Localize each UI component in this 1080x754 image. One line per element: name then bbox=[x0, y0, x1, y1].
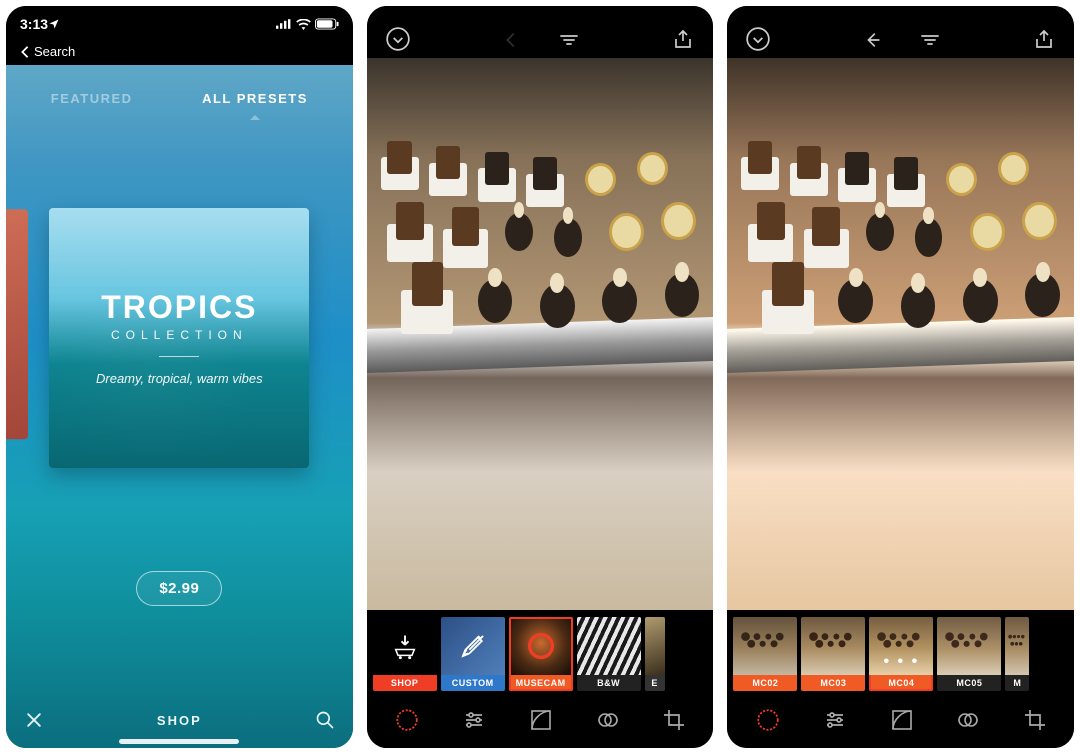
menu-icon[interactable] bbox=[918, 28, 942, 52]
filter-label: SHOP bbox=[373, 675, 437, 691]
ring-icon bbox=[524, 629, 558, 663]
preset-mc02[interactable]: MC02 bbox=[733, 617, 797, 691]
preset-label: MC02 bbox=[733, 675, 797, 691]
filter-musecam[interactable]: MUSECAM bbox=[509, 617, 573, 691]
back-icon[interactable] bbox=[862, 29, 884, 51]
status-time: 3:13 bbox=[20, 16, 48, 32]
filter-label: CUSTOM bbox=[441, 675, 505, 691]
tool-presets-icon[interactable] bbox=[755, 707, 781, 733]
preset-mc05[interactable]: MC05 bbox=[937, 617, 1001, 691]
signal-icon bbox=[276, 19, 292, 29]
photo-canvas[interactable] bbox=[727, 58, 1074, 610]
preset-mc04[interactable]: • • • MC04 bbox=[869, 617, 933, 691]
share-icon[interactable] bbox=[1032, 28, 1056, 52]
preset-card-tropics[interactable]: TROPICS COLLECTION Dreamy, tropical, war… bbox=[49, 208, 309, 468]
shop-label: SHOP bbox=[157, 713, 202, 728]
filter-preset-strip[interactable]: MC02 MC03 • • • MC04 MC05 M bbox=[727, 610, 1074, 696]
preset-label: MC03 bbox=[801, 675, 865, 691]
preset-carousel[interactable]: TROPICS COLLECTION Dreamy, tropical, war… bbox=[6, 122, 353, 553]
editor-top-bar bbox=[727, 6, 1074, 58]
search-icon[interactable] bbox=[315, 710, 335, 730]
back-label: Search bbox=[34, 44, 75, 59]
shop-main: FEATURED ALL PRESETS TROPICS COLLECTION … bbox=[6, 65, 353, 748]
filter-label: E bbox=[645, 675, 665, 691]
screen-editor-categories: SHOP CUSTOM MUSECAM B&W E bbox=[367, 6, 714, 748]
battery-icon bbox=[315, 18, 339, 30]
preset-mc06[interactable]: M bbox=[1005, 617, 1029, 691]
filter-extra[interactable]: E bbox=[645, 617, 665, 691]
tool-crop-icon[interactable] bbox=[1023, 708, 1047, 732]
menu-icon[interactable] bbox=[557, 28, 581, 52]
back-to-search[interactable]: Search bbox=[6, 42, 353, 65]
tool-presets-icon[interactable] bbox=[394, 707, 420, 733]
back-icon bbox=[501, 29, 523, 51]
tool-curves-icon[interactable] bbox=[529, 708, 553, 732]
preset-tagline: Dreamy, tropical, warm vibes bbox=[96, 371, 263, 386]
brush-icon bbox=[458, 631, 488, 661]
preset-label: MC05 bbox=[937, 675, 1001, 691]
tool-sliders-icon[interactable] bbox=[462, 708, 486, 732]
shop-tabs: FEATURED ALL PRESETS bbox=[6, 65, 353, 122]
preset-selected-dots: • • • bbox=[869, 617, 933, 691]
filter-label: B&W bbox=[577, 675, 641, 691]
wifi-icon bbox=[296, 19, 311, 30]
tool-overlay-icon[interactable] bbox=[596, 708, 620, 732]
preset-card-prev[interactable] bbox=[6, 209, 28, 439]
tool-curves-icon[interactable] bbox=[890, 708, 914, 732]
location-icon bbox=[48, 18, 60, 30]
preset-mc03[interactable]: MC03 bbox=[801, 617, 865, 691]
tool-crop-icon[interactable] bbox=[662, 708, 686, 732]
filter-category-strip[interactable]: SHOP CUSTOM MUSECAM B&W E bbox=[367, 610, 714, 696]
cart-download-icon bbox=[391, 632, 419, 660]
close-icon[interactable] bbox=[24, 710, 44, 730]
divider bbox=[159, 356, 199, 357]
editor-top-bar bbox=[367, 6, 714, 58]
tool-overlay-icon[interactable] bbox=[956, 708, 980, 732]
status-bar: 3:13 bbox=[6, 6, 353, 42]
preset-label: M bbox=[1005, 675, 1029, 691]
tab-all-presets[interactable]: ALL PRESETS bbox=[194, 87, 316, 110]
tool-sliders-icon[interactable] bbox=[823, 708, 847, 732]
screen-shop: 3:13 Search FEATURED ALL PRESETS TROPICS… bbox=[6, 6, 353, 748]
editor-tool-bar bbox=[367, 696, 714, 748]
tab-featured[interactable]: FEATURED bbox=[43, 87, 141, 110]
preset-subtitle: COLLECTION bbox=[111, 328, 248, 342]
status-right bbox=[276, 18, 339, 30]
screen-editor-presets: MC02 MC03 • • • MC04 MC05 M bbox=[727, 6, 1074, 748]
editor-tool-bar bbox=[727, 696, 1074, 748]
dropdown-icon[interactable] bbox=[385, 26, 411, 52]
share-icon[interactable] bbox=[671, 28, 695, 52]
filter-custom[interactable]: CUSTOM bbox=[441, 617, 505, 691]
filter-label: MUSECAM bbox=[509, 675, 573, 691]
filter-shop[interactable]: SHOP bbox=[373, 617, 437, 691]
price-button[interactable]: $2.99 bbox=[136, 571, 222, 606]
home-indicator bbox=[119, 739, 239, 744]
filter-bw[interactable]: B&W bbox=[577, 617, 641, 691]
chevron-left-icon bbox=[20, 45, 30, 59]
photo-canvas[interactable] bbox=[367, 58, 714, 610]
preset-title: TROPICS bbox=[101, 289, 257, 326]
dropdown-icon[interactable] bbox=[745, 26, 771, 52]
